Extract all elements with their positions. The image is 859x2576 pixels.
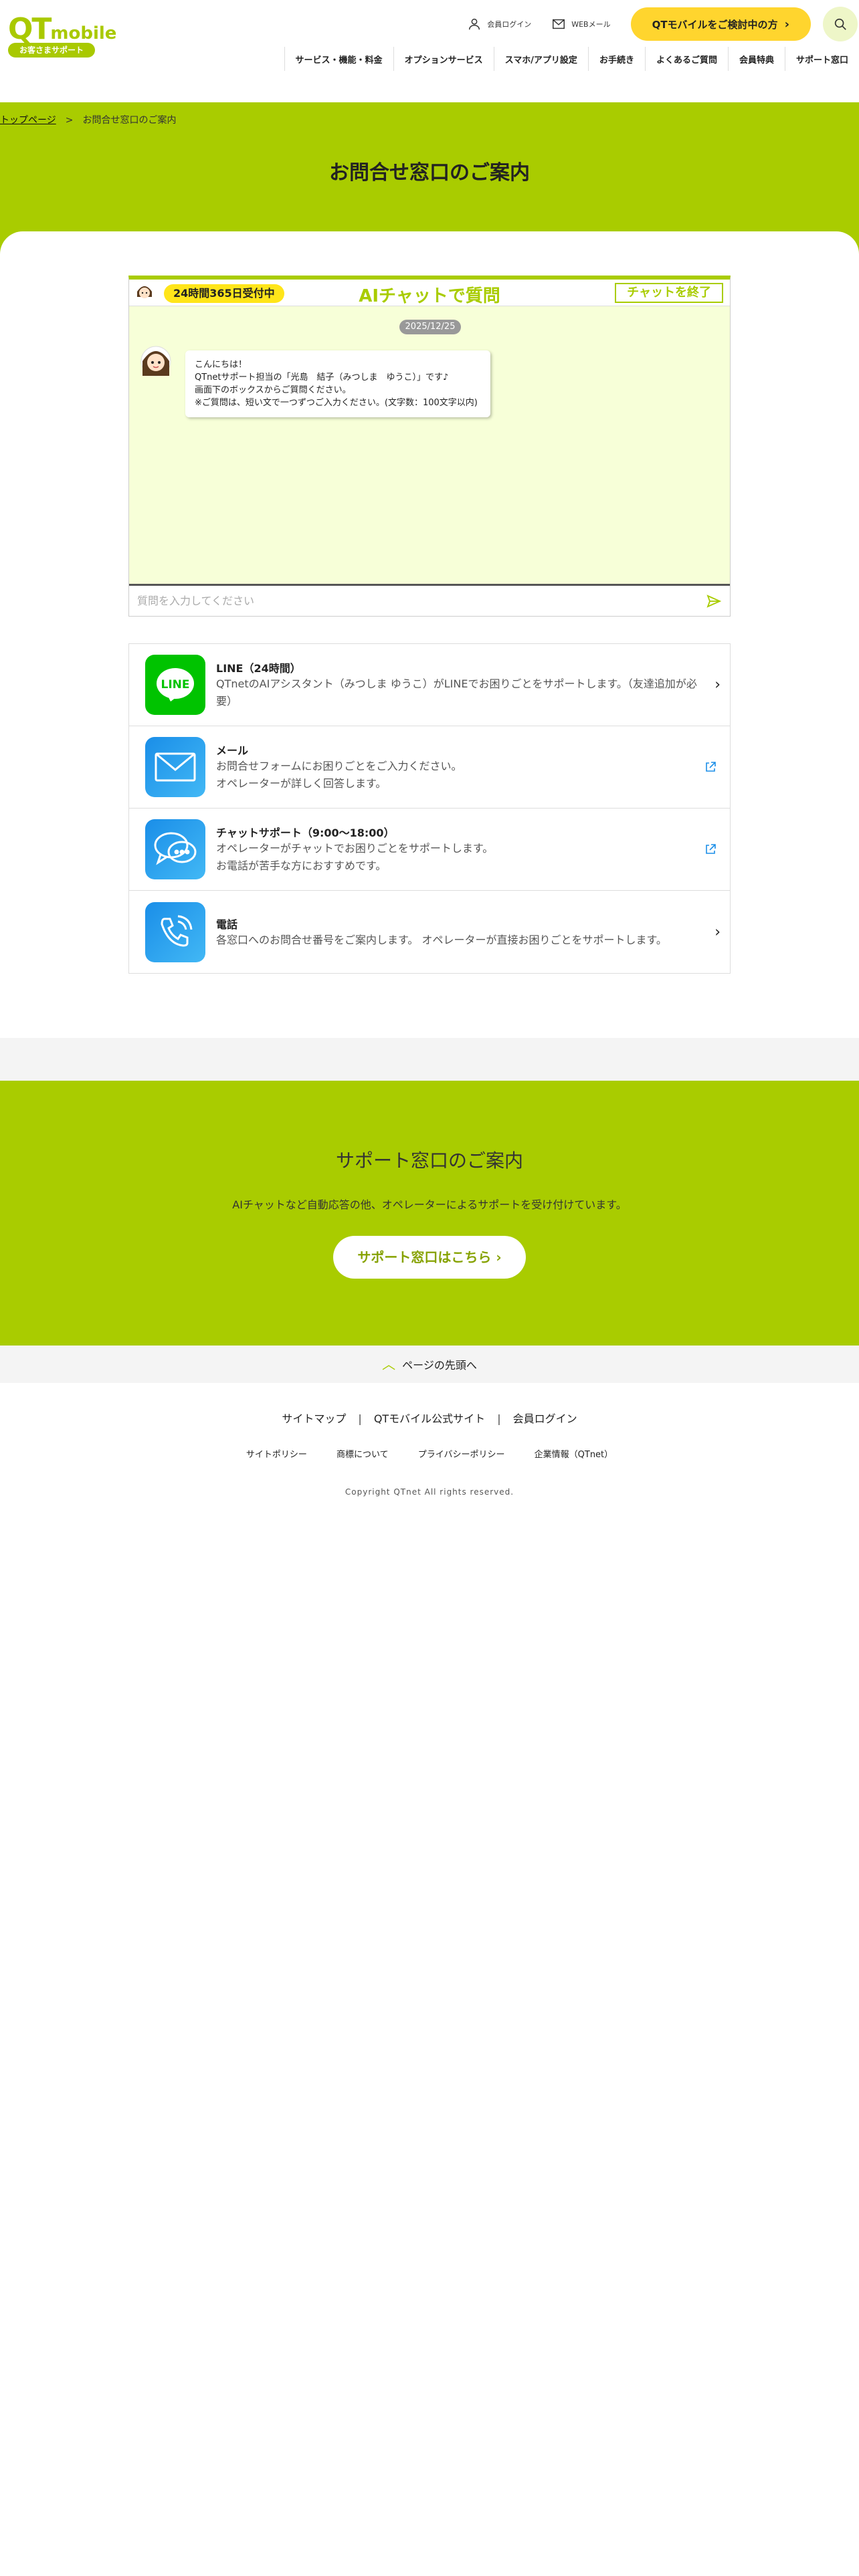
footer-separator: | (358, 1412, 362, 1425)
logo-tagline: お客さまサポート (8, 43, 95, 58)
breadcrumb-home-link[interactable]: トップページ (0, 115, 56, 126)
footer-link-trademarks[interactable]: 商標について (337, 1450, 389, 1460)
ai-chat-widget: 24時間365日受付中 AIチャットで質問 チャットを終了 2025/12/25… (128, 276, 731, 617)
breadcrumb: トップページ > お問合せ窓口のご案内 (0, 113, 176, 126)
contact-title: LINE（24時間） (216, 662, 301, 675)
consider-qt-label: QTモバイルをご検討中の方 (652, 18, 778, 31)
footer-link-privacy[interactable]: プライバシーポリシー (418, 1450, 505, 1460)
contact-text: LINE（24時間） QTnetのAIアシスタント（みつしま ゆうこ）がLINE… (216, 659, 698, 710)
contact-text: メール お問合せフォームにお困りごとをご入力ください。 オペレーターが詳しく回答… (216, 742, 698, 792)
web-mail-link[interactable]: WEBメール (551, 17, 611, 31)
message-line: QTnetサポート担当の「光島 結子（みつしま ゆうこ）」です♪ (195, 372, 449, 383)
support-section: サポート窓口のご案内 AIチャットなど自動応答の他、オペレーターによるサポートを… (0, 1081, 859, 1346)
breadcrumb-current: お問合せ窓口のご案内 (82, 115, 177, 126)
page-top-link[interactable]: ︿ ページの先頭へ (0, 1346, 859, 1383)
chevron-right-icon: › (496, 1249, 502, 1265)
mail-icon (553, 19, 565, 29)
web-mail-label: WEBメール (571, 20, 611, 29)
nav-item-member-benefits[interactable]: 会員特典 (727, 47, 785, 71)
send-icon[interactable] (706, 593, 722, 609)
chat-bubble-icon (145, 819, 205, 879)
search-icon (834, 18, 846, 30)
search-button[interactable] (823, 7, 858, 41)
contact-item-line[interactable]: LINE LINE（24時間） QTnetのAIアシスタント（みつしま ゆうこ）… (129, 644, 730, 726)
contact-text: チャットサポート（9:00〜18:00） オペレーターがチャットでお困りごとをサ… (216, 824, 698, 875)
contact-text: 電話 各窓口へのお問合せ番号をご案内します。 オペレーターが直接お困りごとをサポ… (216, 916, 698, 949)
support-title: サポート窓口のご案内 (335, 1150, 523, 1172)
site-header: QTmobile お客さまサポート 会員ログイン WEBメール QTモバイルをご… (0, 0, 859, 102)
nav-item-support[interactable]: サポート窓口 (784, 47, 859, 71)
nav-item-options[interactable]: オプションサービス (393, 47, 494, 71)
page-title: お問合せ窓口のご案内 (329, 161, 530, 185)
chevron-right-icon: › (714, 924, 721, 940)
contact-title: 電話 (216, 918, 238, 931)
user-icon (469, 18, 480, 30)
message-line: こんにちは！ (195, 360, 248, 370)
footer-link-sitemap[interactable]: サイトマップ (282, 1412, 346, 1425)
member-login-link[interactable]: 会員ログイン (467, 17, 531, 31)
nav-item-services[interactable]: サービス・機能・料金 (284, 47, 393, 71)
footer-link-official-site[interactable]: QTモバイル公式サイト (374, 1412, 485, 1425)
external-link-icon (706, 844, 716, 854)
page-top-label: ページの先頭へ (402, 1359, 477, 1372)
chevron-up-icon: ︿ (382, 1356, 396, 1372)
footer-sub-links: サイトポリシー 商標について プライバシーポリシー 企業情報（QTnet） (0, 1447, 859, 1460)
footer-links: サイトマップ | QTモバイル公式サイト | 会員ログイン (0, 1410, 859, 1426)
chevron-right-icon: › (714, 676, 721, 693)
assistant-message-bubble: こんにちは！ QTnetサポート担当の「光島 結子（みつしま ゆうこ）」です♪ … (185, 350, 490, 417)
global-nav: サービス・機能・料金 オプションサービス スマホ/アプリ設定 お手続き よくある… (284, 47, 859, 71)
line-icon: LINE (145, 655, 205, 715)
end-chat-button[interactable]: チャットを終了 (615, 283, 723, 303)
contact-desc: QTnetのAIアシスタント（みつしま ゆうこ）がLINEでお困りごとをサポート… (216, 677, 697, 708)
contact-desc: オペレーターがチャットでお困りごとをサポートします。 (216, 842, 494, 855)
site-logo[interactable]: QTmobile お客さまサポート (8, 15, 116, 58)
nav-item-procedures[interactable]: お手続き (587, 47, 645, 71)
section-spacer (0, 1038, 859, 1081)
contact-desc: 各窓口へのお問合せ番号をご案内します。 オペレーターが直接お困りごとをサポートし… (216, 933, 667, 946)
chat-date: 2025/12/25 (399, 320, 461, 334)
contact-desc: お電話が苦手な方におすすめです。 (216, 859, 387, 872)
mail-icon (145, 737, 205, 797)
copyright: Copyright QTnet All rights reserved. (345, 1487, 514, 1497)
svg-text:LINE: LINE (161, 678, 190, 691)
phone-icon (145, 901, 205, 962)
main-card: 24時間365日受付中 AIチャットで質問 チャットを終了 2025/12/25… (0, 231, 859, 1038)
support-window-label: サポート窓口はこちら (357, 1249, 492, 1265)
contact-item-chat-support[interactable]: チャットサポート（9:00〜18:00） オペレーターがチャットでお困りごとをサ… (129, 809, 730, 891)
member-login-label: 会員ログイン (487, 20, 532, 29)
contact-item-phone[interactable]: 電話 各窓口へのお問合せ番号をご案内します。 オペレーターが直接お困りごとをサポ… (129, 891, 730, 973)
footer-link-site-policy[interactable]: サイトポリシー (246, 1450, 307, 1460)
breadcrumb-separator: > (65, 115, 74, 126)
chevron-right-icon: › (784, 17, 789, 31)
assistant-avatar-icon (140, 346, 171, 377)
message-line: 画面下のボックスからご質問ください。 (195, 385, 351, 395)
utility-bar: 会員ログイン WEBメール QTモバイルをご検討中の方 › (467, 7, 859, 41)
contact-desc: オペレーターが詳しく回答します。 (216, 777, 387, 790)
nav-item-faq[interactable]: よくあるご質問 (644, 47, 728, 71)
contact-item-mail[interactable]: メール お問合せフォームにお困りごとをご入力ください。 オペレーターが詳しく回答… (129, 726, 730, 809)
footer-link-member-login[interactable]: 会員ログイン (513, 1412, 577, 1425)
footer-separator: | (497, 1412, 501, 1425)
contact-desc: お問合せフォームにお困りごとをご入力ください。 (216, 760, 462, 772)
support-window-button[interactable]: サポート窓口はこちら › (333, 1236, 526, 1279)
contact-list: LINE LINE（24時間） QTnetのAIアシスタント（みつしま ゆうこ）… (128, 643, 731, 974)
support-desc: AIチャットなど自動応答の他、オペレーターによるサポートを受け付けています。 (232, 1198, 627, 1211)
chat-input-bar (129, 584, 730, 616)
contact-title: チャットサポート（9:00〜18:00） (216, 827, 395, 839)
external-link-icon (706, 762, 716, 772)
footer-link-company[interactable]: 企業情報（QTnet） (535, 1450, 613, 1460)
message-line: ※ご質問は、短い文で一つずつご入力ください。(文字数：100文字以内) (195, 398, 478, 408)
contact-title: メール (216, 744, 249, 757)
chat-header: 24時間365日受付中 AIチャットで質問 チャットを終了 (129, 280, 730, 306)
chat-question-input[interactable] (137, 595, 706, 607)
nav-item-smartphone-settings[interactable]: スマホ/アプリ設定 (493, 47, 588, 71)
consider-qt-button[interactable]: QTモバイルをご検討中の方 › (630, 7, 811, 41)
